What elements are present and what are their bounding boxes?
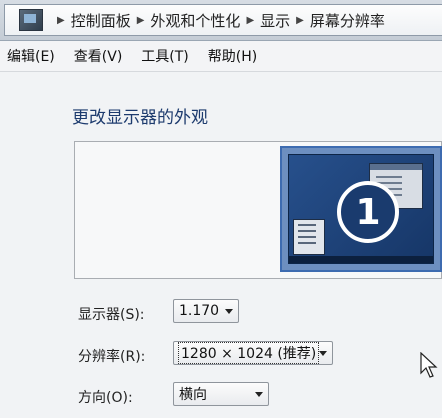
taskbar-thumbnail [289, 256, 433, 263]
menu-edit[interactable]: 编辑(E) [7, 46, 55, 66]
menu-help[interactable]: 帮助(H) [208, 46, 257, 66]
chevron-right-icon[interactable]: ▶ [137, 15, 145, 26]
monitor-screen: 1 [288, 154, 434, 264]
breadcrumb-screen-resolution[interactable]: 屏幕分辨率 [310, 10, 385, 31]
chevron-down-icon [319, 350, 327, 356]
breadcrumb[interactable]: ▶ 控制面板 ▶ 外观和个性化 ▶ 显示 ▶ 屏幕分辨率 [4, 4, 442, 36]
resolution-value: 1280 × 1024 (推荐) [177, 342, 320, 364]
control-panel-icon [19, 9, 43, 31]
chevron-right-icon[interactable]: ▶ [246, 15, 254, 26]
breadcrumb-display[interactable]: 显示 [260, 10, 290, 31]
monitor-thumbnail[interactable]: 1 [280, 146, 442, 272]
window-thumbnail [293, 219, 325, 255]
page-title: 更改显示器的外观 [72, 108, 208, 128]
resolution-label: 分辨率(R): [78, 349, 146, 365]
resolution-select[interactable]: 1280 × 1024 (推荐) [173, 341, 333, 365]
display-select[interactable]: 1.170 [173, 299, 239, 323]
chevron-right-icon[interactable]: ▶ [296, 15, 304, 26]
display-value: 1.170 [179, 303, 220, 319]
menu-bar: 编辑(E) 查看(V) 工具(T) 帮助(H) [0, 41, 442, 72]
menu-tools[interactable]: 工具(T) [141, 46, 188, 66]
orientation-label: 方向(O): [78, 390, 133, 406]
monitor-number-badge: 1 [337, 181, 399, 243]
chevron-right-icon[interactable]: ▶ [57, 15, 65, 26]
orientation-value: 横向 [179, 387, 207, 403]
display-label: 显示器(S): [78, 307, 145, 323]
breadcrumb-appearance[interactable]: 外观和个性化 [150, 10, 240, 31]
orientation-select[interactable]: 横向 [173, 382, 269, 406]
breadcrumb-control-panel[interactable]: 控制面板 [71, 10, 131, 31]
address-bar: ▶ 控制面板 ▶ 外观和个性化 ▶ 显示 ▶ 屏幕分辨率 [0, 0, 442, 41]
chevron-down-icon [225, 308, 233, 314]
menu-view[interactable]: 查看(V) [74, 46, 123, 66]
chevron-down-icon [255, 391, 263, 397]
mouse-cursor-icon [420, 352, 438, 378]
